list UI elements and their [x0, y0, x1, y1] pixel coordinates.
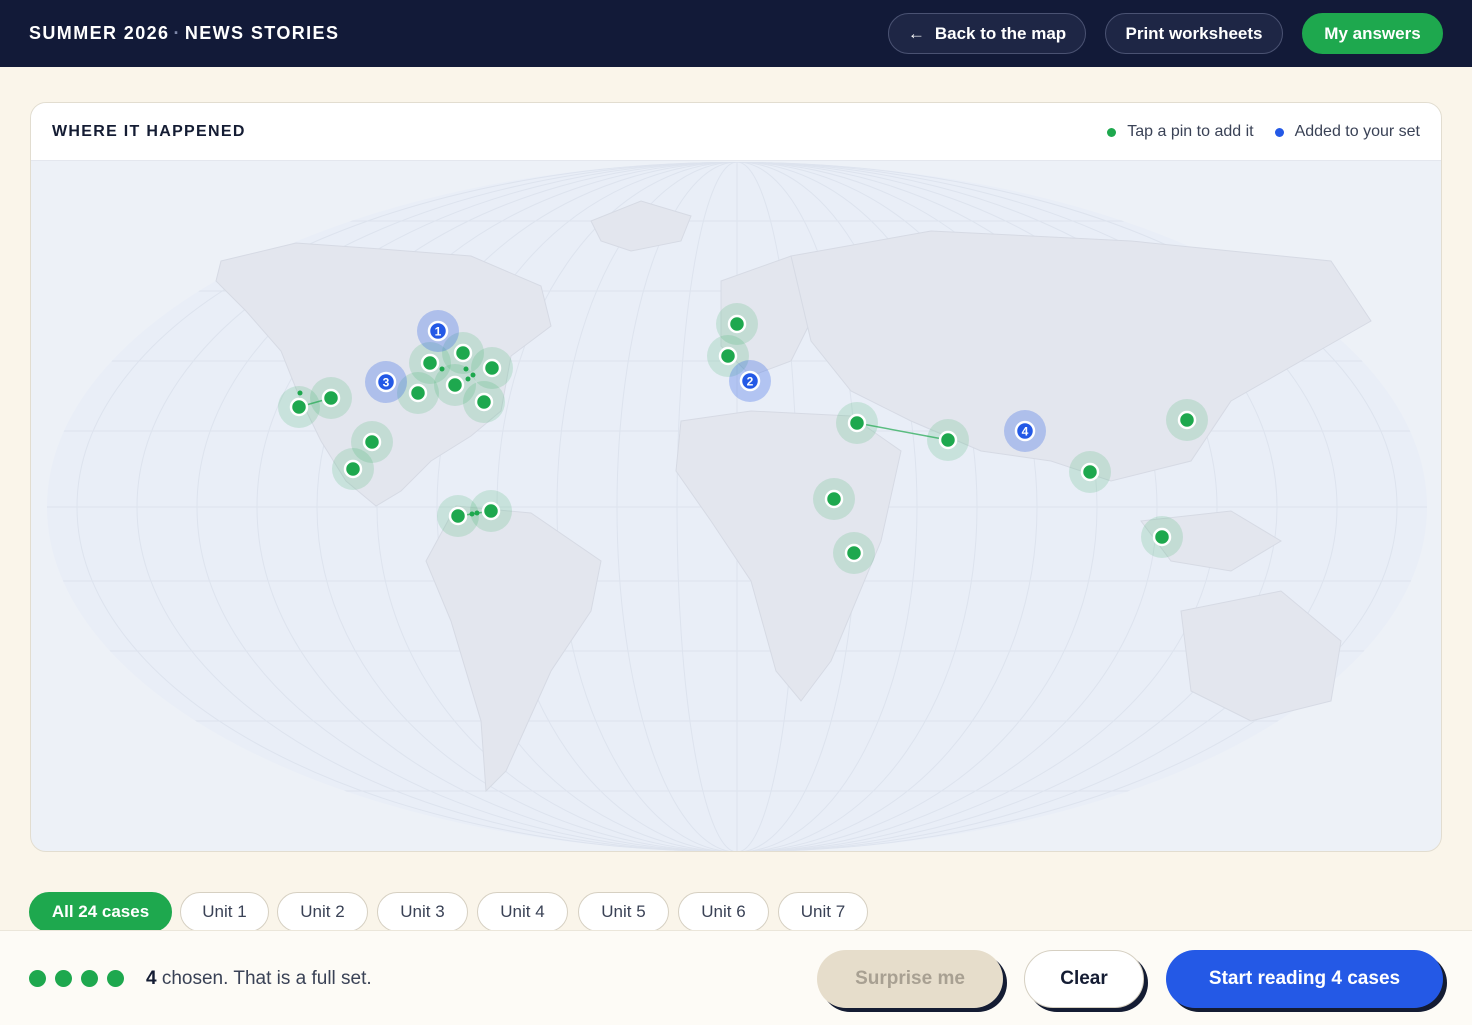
legend-available: Tap a pin to add it — [1107, 123, 1254, 141]
chip-unit-2[interactable]: Unit 2 — [277, 892, 368, 932]
map-card: WHERE IT HAPPENED Tap a pin to add it Ad… — [30, 102, 1442, 852]
map-pin[interactable] — [927, 419, 969, 461]
map-pin[interactable] — [463, 381, 505, 423]
map-pin[interactable] — [813, 478, 855, 520]
selected-pin-3[interactable]: 3 — [365, 361, 407, 403]
start-reading-button[interactable]: Start reading 4 cases — [1166, 950, 1443, 1008]
my-answers-button[interactable]: My answers — [1302, 13, 1443, 54]
selected-pin-1[interactable]: 1 — [417, 310, 459, 352]
progress-dot — [81, 970, 98, 987]
surprise-me-button[interactable]: Surprise me — [817, 950, 1003, 1008]
green-dot-icon — [1107, 127, 1117, 137]
arrow-left-icon: ← — [907, 23, 925, 43]
chip-unit-3[interactable]: Unit 3 — [377, 892, 468, 932]
selection-status-text: chosen. That is a full set. — [156, 968, 372, 989]
chip-unit-4[interactable]: Unit 4 — [477, 892, 568, 932]
map-legend: Tap a pin to add it Added to your set — [1086, 123, 1420, 141]
progress-dot — [29, 970, 46, 987]
progress-dot — [107, 970, 124, 987]
selection-footer: 4 chosen. That is a full set. Surprise m… — [0, 930, 1472, 1025]
selection-status: 4 chosen. That is a full set. — [146, 968, 372, 990]
back-to-map-button[interactable]: ← Back to the map — [888, 13, 1086, 54]
clear-button[interactable]: Clear — [1024, 950, 1144, 1008]
chip-unit-5[interactable]: Unit 5 — [578, 892, 669, 932]
world-map[interactable]: 1 2 3 4 — [31, 161, 1441, 851]
top-bar: SUMMER 2026 · NEWS STORIES ← Back to the m… — [0, 0, 1472, 67]
legend-selected: Added to your set — [1274, 123, 1420, 141]
selection-count: 4 — [146, 968, 157, 989]
legend-selected-label: Added to your set — [1294, 123, 1420, 140]
chip-unit-6[interactable]: Unit 6 — [678, 892, 769, 932]
legend-available-label: Tap a pin to add it — [1127, 123, 1254, 140]
selected-pin-2-badge: 2 — [747, 375, 754, 389]
selected-pin-2[interactable]: 2 — [729, 360, 771, 402]
progress-dot — [55, 970, 72, 987]
map-pin[interactable] — [278, 386, 320, 428]
brand-title: SUMMER 2026 · NEWS STORIES — [29, 23, 339, 44]
print-worksheets-label: Print worksheets — [1125, 23, 1263, 43]
map-pin[interactable] — [332, 448, 374, 490]
brand-section: NEWS STORIES — [184, 23, 340, 43]
chip-all-cases[interactable]: All 24 cases — [29, 892, 172, 932]
brand-separator: · — [173, 23, 181, 43]
chip-unit-1[interactable]: Unit 1 — [180, 892, 269, 932]
selected-pin-4[interactable]: 4 — [1004, 410, 1046, 452]
map-pin[interactable] — [1069, 451, 1111, 493]
map-pin[interactable] — [833, 532, 875, 574]
map-pin[interactable] — [1141, 516, 1183, 558]
world-map-svg: 1 2 3 4 — [47, 162, 1427, 851]
selection-progress-dots — [29, 970, 133, 987]
my-answers-label: My answers — [1324, 23, 1421, 43]
print-worksheets-button[interactable]: Print worksheets — [1105, 13, 1283, 54]
selected-pin-1-badge: 1 — [435, 325, 442, 339]
map-pin[interactable] — [1166, 399, 1208, 441]
map-pin[interactable] — [836, 402, 878, 444]
map-pin[interactable] — [470, 490, 512, 532]
brand-season: SUMMER 2026 — [29, 23, 170, 43]
map-title: WHERE IT HAPPENED — [52, 123, 246, 140]
selected-pin-3-badge: 3 — [383, 376, 390, 390]
selected-pin-4-badge: 4 — [1022, 425, 1029, 439]
map-card-header: WHERE IT HAPPENED Tap a pin to add it Ad… — [31, 103, 1441, 161]
chip-unit-7[interactable]: Unit 7 — [778, 892, 868, 932]
blue-dot-icon — [1274, 127, 1284, 137]
back-to-map-label: Back to the map — [934, 23, 1067, 43]
